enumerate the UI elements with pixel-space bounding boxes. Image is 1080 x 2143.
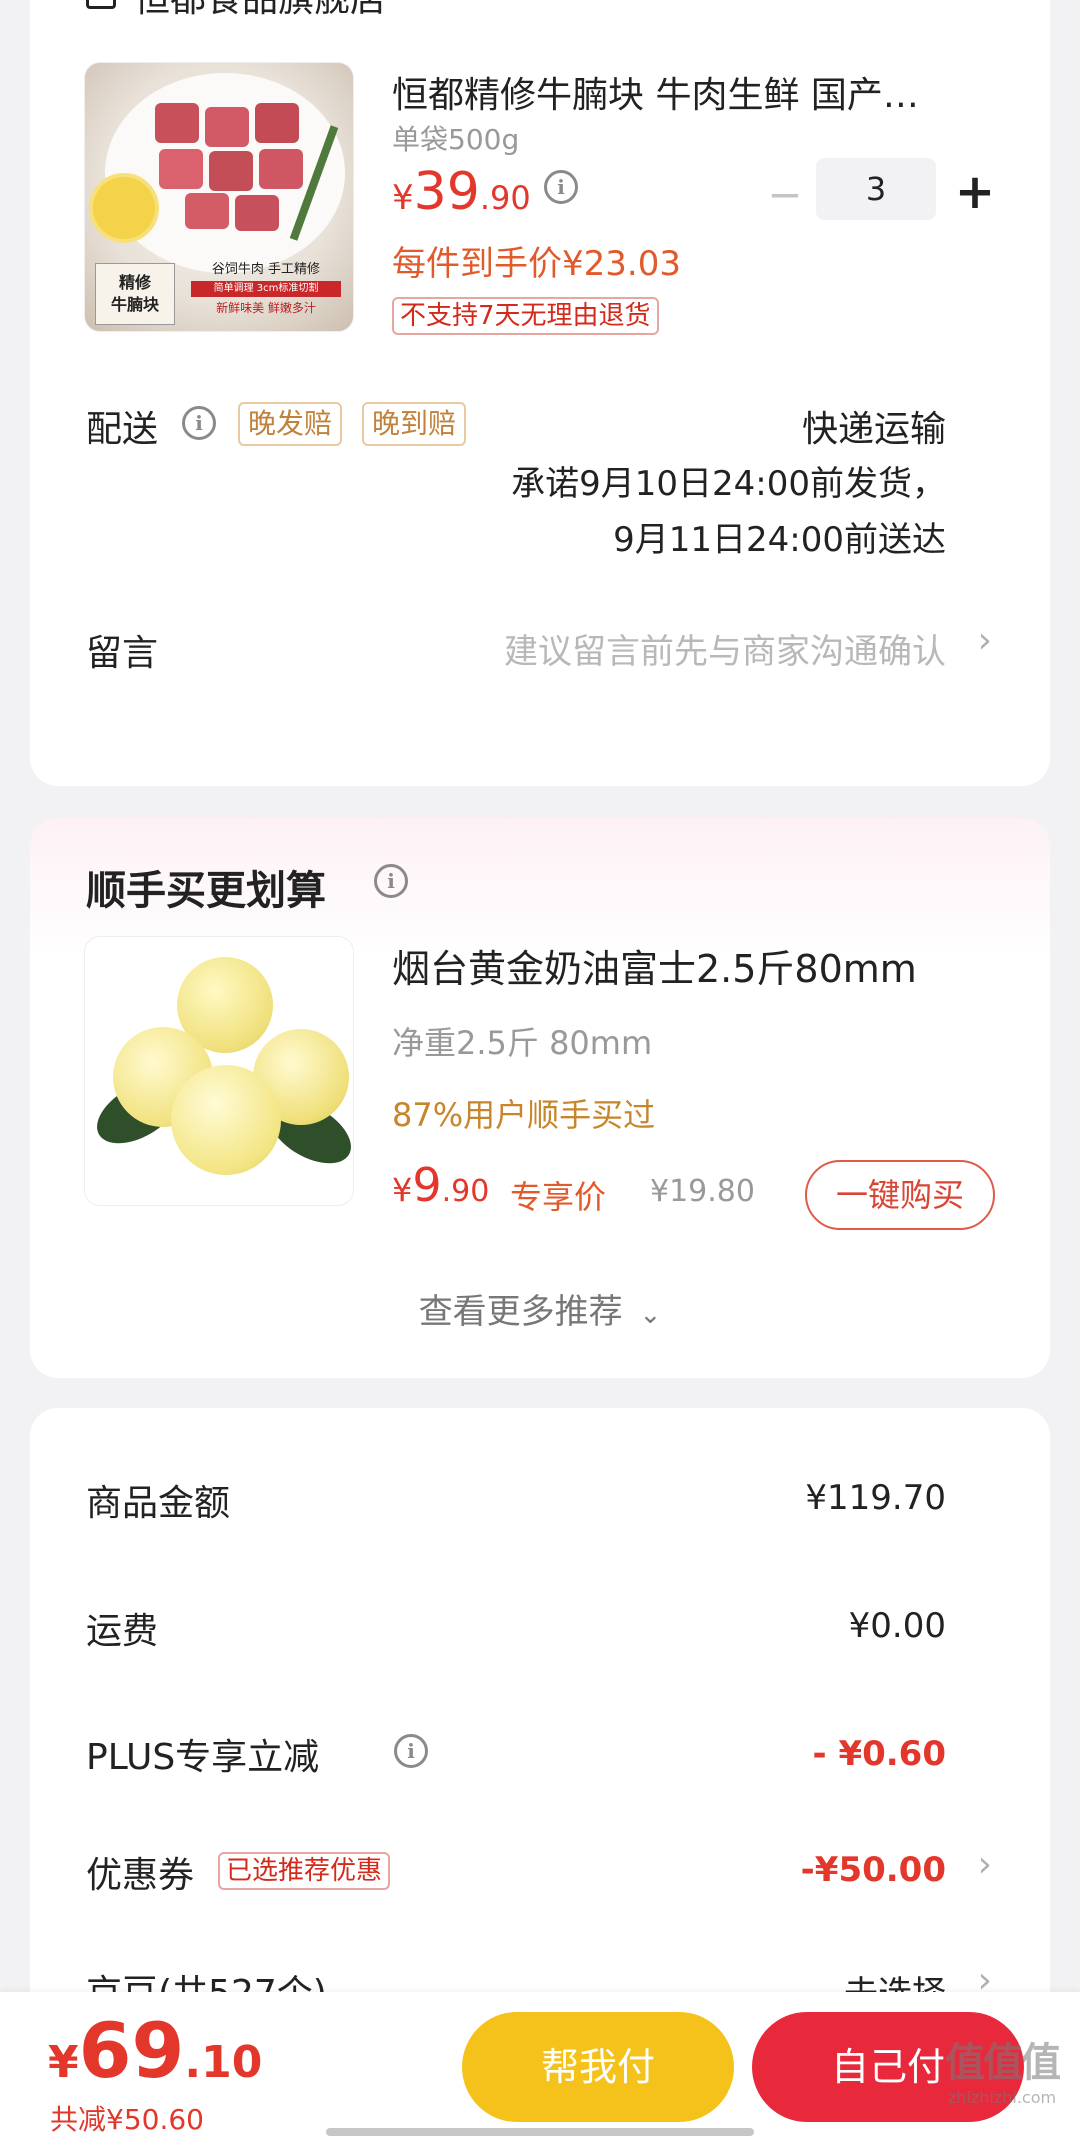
coupon-value[interactable]: -¥50.00 <box>801 1850 946 1890</box>
coupon-label: 优惠券 <box>86 1855 195 1896</box>
watermark-url: zhizhizhi.com <box>947 2088 1057 2107</box>
price-summary-card: 商品金额 ¥119.70 运费 ¥0.00 PLUS专享立减 i - ¥0.60… <box>30 1408 1050 2048</box>
help-pay-button[interactable]: 帮我付 <box>462 2012 734 2122</box>
recommend-price: ¥9.90 <box>392 1158 489 1212</box>
price-info-icon[interactable]: i <box>544 170 578 204</box>
recommend-price-integer: 9 <box>412 1158 442 1212</box>
order-item-card: 恒都食品旗舰店 精修 牛腩块 谷饲牛肉 手工精修 简单调理 3cm标准切割 新鲜… <box>30 0 1050 786</box>
product-spec: 单袋500g <box>392 123 520 156</box>
delivery-promise-line2: 9月11日24:00前送达 <box>613 520 946 560</box>
see-more-label: 查看更多推荐 <box>418 1292 623 1332</box>
message-chevron-icon: › <box>977 620 992 661</box>
total-currency: ¥ <box>48 2037 79 2088</box>
recommend-item-spec: 净重2.5斤 80mm <box>392 1024 653 1062</box>
quantity-plus-button[interactable]: + <box>948 162 1002 222</box>
late-arrival-tag: 晚到赔 <box>362 402 467 446</box>
one-click-buy-button[interactable]: 一键购买 <box>805 1160 995 1230</box>
plus-info-icon[interactable]: i <box>394 1734 428 1768</box>
no-return-tag: 不支持7天无理由退货 <box>392 297 659 335</box>
recommend-price-decimal: .90 <box>441 1174 490 1209</box>
exclusive-price-label: 专享价 <box>510 1178 607 1216</box>
delivery-method[interactable]: 快递运输 <box>802 400 946 452</box>
recommend-item-title[interactable]: 烟台黄金奶油富士2.5斤80mm <box>392 938 917 993</box>
delivery-promise-line1: 承诺9月10日24:00前发货， <box>511 464 946 504</box>
quantity-minus-button[interactable]: − <box>760 168 810 222</box>
checkout-bar: ¥69.10 共减¥50.60 帮我付 自己付 值值值 zhizhizhi.co… <box>0 1992 1080 2143</box>
coupon-selected-tag: 已选推荐优惠 <box>218 1852 391 1890</box>
chevron-down-icon: ⌄ <box>639 1300 662 1330</box>
recommend-original-price: ¥19.80 <box>650 1174 755 1209</box>
shipping-label: 运费 <box>86 1611 159 1652</box>
shipping-value: ¥0.00 <box>848 1606 946 1646</box>
recommend-item-image[interactable] <box>84 936 354 1206</box>
total-price: ¥69.10 <box>48 2006 262 2095</box>
quantity-input[interactable]: 3 <box>816 158 936 220</box>
message-input[interactable]: 建议留言前先与商家沟通确认 <box>504 624 946 673</box>
recommend-card: 顺手买更划算 i 烟台黄金奶油富士2.5斤80mm 净重2.5斤 80mm 87… <box>30 818 1050 1378</box>
total-decimal: .10 <box>184 2037 263 2088</box>
price-integer: 39 <box>413 162 480 222</box>
goods-amount-label: 商品金额 <box>86 1483 231 1524</box>
late-ship-tag: 晚发赔 <box>238 402 343 446</box>
home-indicator <box>326 2128 754 2136</box>
product-price: ¥39.90 <box>392 162 531 222</box>
total-integer: 69 <box>78 2006 185 2095</box>
goods-amount-value: ¥119.70 <box>805 1478 946 1518</box>
plus-discount-label: PLUS专享立减 <box>86 1737 320 1778</box>
watermark-logo: 值值值 <box>945 2040 1061 2086</box>
total-saved: 共减¥50.60 <box>50 2103 204 2136</box>
beef-cubes <box>155 103 305 233</box>
delivery-label: 配送 <box>86 409 159 450</box>
store-header[interactable]: 恒都食品旗舰店 <box>86 0 386 20</box>
coupon-chevron-icon: › <box>977 1844 992 1885</box>
watermark: 值值值 zhizhizhi.com <box>928 2030 1076 2107</box>
price-decimal: .90 <box>479 179 531 217</box>
plus-discount-value: - ¥0.60 <box>812 1734 947 1774</box>
product-title[interactable]: 恒都精修牛腩块 牛肉生鲜 国产… <box>392 66 1002 118</box>
store-name: 恒都食品旗舰店 <box>134 0 386 22</box>
per-item-price: 每件到手价¥23.03 <box>392 244 681 284</box>
product-image[interactable]: 精修 牛腩块 谷饲牛肉 手工精修 简单调理 3cm标准切割 新鲜味美 鲜嫩多汁 <box>84 62 354 332</box>
recommend-item-social: 87%用户顺手买过 <box>392 1096 656 1134</box>
recommend-title: 顺手买更划算 <box>86 868 326 914</box>
product-banner: 谷饲牛肉 手工精修 简单调理 3cm标准切割 新鲜味美 鲜嫩多汁 <box>181 261 351 327</box>
price-currency: ¥ <box>392 178 414 218</box>
delivery-info-icon[interactable]: i <box>182 406 216 440</box>
see-more-recommend-button[interactable]: 查看更多推荐 ⌄ <box>30 1284 1050 1333</box>
recommend-price-currency: ¥ <box>392 1171 413 1209</box>
product-badge: 精修 牛腩块 <box>95 263 175 325</box>
apple-front <box>171 1065 281 1175</box>
lemon-slice <box>89 173 159 243</box>
message-label: 留言 <box>86 633 159 674</box>
recommend-info-icon[interactable]: i <box>374 864 408 898</box>
store-icon <box>86 0 116 9</box>
